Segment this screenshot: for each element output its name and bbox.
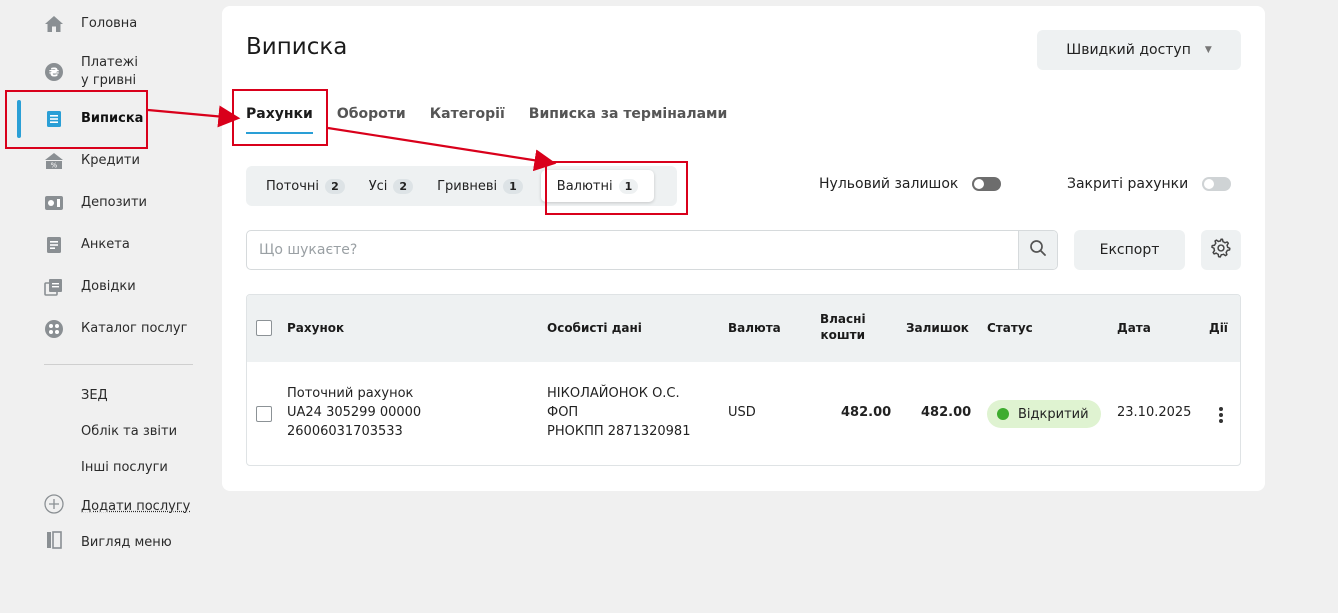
search-icon	[1029, 239, 1047, 261]
owner-type: ФОП	[547, 405, 579, 420]
sidebar-item-form[interactable]: Анкета	[44, 233, 130, 257]
sidebar-item-zed[interactable]: ЗЕД	[81, 388, 108, 403]
add-service-button[interactable]: Додати послугу	[44, 494, 190, 518]
zero-balance-toggle-row: Нульовий залишок	[819, 176, 1002, 192]
sidebar-item-credits[interactable]: % Кредити	[44, 149, 140, 173]
th-actions: Дії	[1209, 321, 1228, 335]
view-menu-label: Вигляд меню	[81, 534, 172, 550]
status-dot-icon	[997, 408, 1009, 420]
quick-access-dropdown[interactable]: Швидкий доступ ▼	[1037, 30, 1241, 70]
filter-all[interactable]: Усі 2	[368, 170, 414, 202]
home-icon	[44, 14, 64, 34]
date-cell: 23.10.2025	[1117, 405, 1192, 420]
columns-icon	[44, 531, 64, 553]
status-label: Відкритий	[1018, 406, 1089, 422]
search-button[interactable]	[1018, 231, 1057, 269]
hryvnia-icon: ₴	[44, 62, 64, 82]
search-box	[246, 230, 1058, 270]
owner-name: НІКОЛАЙОНОК О.С.	[547, 386, 680, 401]
statement-icon	[44, 109, 64, 129]
filter-count: 2	[393, 178, 414, 194]
credit-icon: %	[44, 151, 64, 171]
plus-circle-icon	[44, 494, 64, 518]
zero-balance-toggle[interactable]	[972, 177, 1002, 191]
owner-tax-id: РНОКПП 2871320981	[547, 424, 691, 439]
sidebar-item-documents[interactable]: Довідки	[44, 275, 136, 299]
statement-tabs: Рахунки Обороти Категорії Виписка за тер…	[246, 106, 751, 134]
payments-label-line2: у гривні	[81, 73, 137, 88]
filter-current[interactable]: Поточні 2	[266, 170, 345, 202]
statement-card: Виписка Швидкий доступ ▼ Рахунки Обороти…	[222, 6, 1265, 491]
th-balance: Залишок	[906, 321, 969, 335]
row-actions-menu-icon[interactable]	[1215, 405, 1227, 425]
svg-text:₴: ₴	[49, 66, 59, 80]
personal-cell: НІКОЛАЙОНОК О.С. ФОП РНОКПП 2871320981	[547, 384, 690, 441]
account-number: 26006031703533	[287, 424, 403, 439]
view-menu-button[interactable]: Вигляд меню	[44, 531, 172, 553]
filter-hryvnia[interactable]: Гривневі 1	[437, 170, 523, 202]
th-own-funds-line1: Власні	[820, 312, 866, 326]
select-all-checkbox[interactable]	[256, 320, 272, 336]
closed-accounts-toggle-row: Закриті рахунки	[1067, 176, 1232, 192]
export-button[interactable]: Експорт	[1074, 230, 1185, 270]
filter-currency[interactable]: Валютні 1	[540, 170, 655, 202]
tab-accounts[interactable]: Рахунки	[246, 106, 313, 134]
filter-count: 2	[325, 178, 345, 194]
quick-access-label: Швидкий доступ	[1066, 42, 1191, 58]
deposit-icon	[44, 193, 64, 213]
th-own-funds: Власні кошти	[820, 311, 866, 343]
sidebar-item-accounting[interactable]: Облік та звіти	[81, 424, 177, 439]
filter-label: Усі	[368, 178, 388, 194]
tab-categories[interactable]: Категорії	[430, 106, 505, 134]
filter-count: 1	[503, 178, 523, 194]
caret-down-icon: ▼	[1204, 45, 1212, 55]
closed-accounts-label: Закриті рахунки	[1067, 176, 1189, 192]
form-icon	[44, 235, 64, 255]
catalog-icon	[44, 319, 64, 339]
sidebar-item-catalog[interactable]: Каталог послуг	[44, 317, 187, 341]
gear-icon	[1210, 237, 1232, 263]
settings-button[interactable]	[1201, 230, 1241, 270]
accounts-table: Рахунок Особисті дані Валюта Власні кошт…	[246, 294, 1241, 466]
account-filter-group: Поточні 2 Усі 2 Гривневі 1 Валютні 1	[246, 166, 677, 206]
row-checkbox[interactable]	[256, 406, 272, 422]
svg-text:%: %	[51, 162, 58, 170]
table-header: Рахунок Особисті дані Валюта Власні кошт…	[247, 295, 1240, 362]
own-funds-cell: 482.00	[841, 405, 892, 420]
account-cell: Поточний рахунок UA24 305299 00000 26006…	[287, 384, 421, 441]
search-input[interactable]	[247, 231, 1018, 269]
sidebar: Головна ₴ Платежі у гривні Виписка % Кре…	[0, 0, 205, 613]
sidebar-item-other-services[interactable]: Інші послуги	[81, 460, 168, 475]
th-date: Дата	[1117, 321, 1151, 335]
filter-label: Гривневі	[437, 178, 498, 194]
closed-accounts-toggle[interactable]	[1202, 177, 1232, 191]
status-badge: Відкритий	[987, 400, 1101, 428]
filter-label: Валютні	[556, 178, 613, 194]
sidebar-item-payments[interactable]: ₴ Платежі у гривні	[44, 53, 138, 91]
sidebar-divider	[44, 364, 193, 365]
th-own-funds-line2: кошти	[820, 328, 866, 342]
account-type: Поточний рахунок	[287, 386, 414, 401]
active-indicator	[17, 100, 21, 138]
filter-count: 1	[618, 178, 639, 194]
tab-turnovers[interactable]: Обороти	[337, 106, 406, 134]
page-title: Виписка	[246, 34, 348, 60]
sidebar-item-statement[interactable]: Виписка	[44, 107, 143, 131]
documents-icon	[44, 277, 64, 297]
zero-balance-label: Нульовий залишок	[819, 176, 959, 192]
filter-label: Поточні	[266, 178, 320, 194]
sidebar-item-home[interactable]: Головна	[44, 12, 137, 36]
th-currency: Валюта	[728, 321, 781, 335]
account-iban: UA24 305299 00000	[287, 405, 422, 420]
sidebar-item-deposits[interactable]: Депозити	[44, 191, 147, 215]
th-status: Статус	[987, 321, 1033, 335]
th-personal: Особисті дані	[547, 321, 642, 335]
add-service-label: Додати послугу	[81, 498, 191, 514]
balance-cell: 482.00	[921, 405, 972, 420]
payments-label-line1: Платежі	[81, 55, 138, 70]
tab-terminals[interactable]: Виписка за терміналами	[529, 106, 728, 134]
currency-cell: USD	[728, 405, 756, 420]
th-account: Рахунок	[287, 321, 345, 335]
